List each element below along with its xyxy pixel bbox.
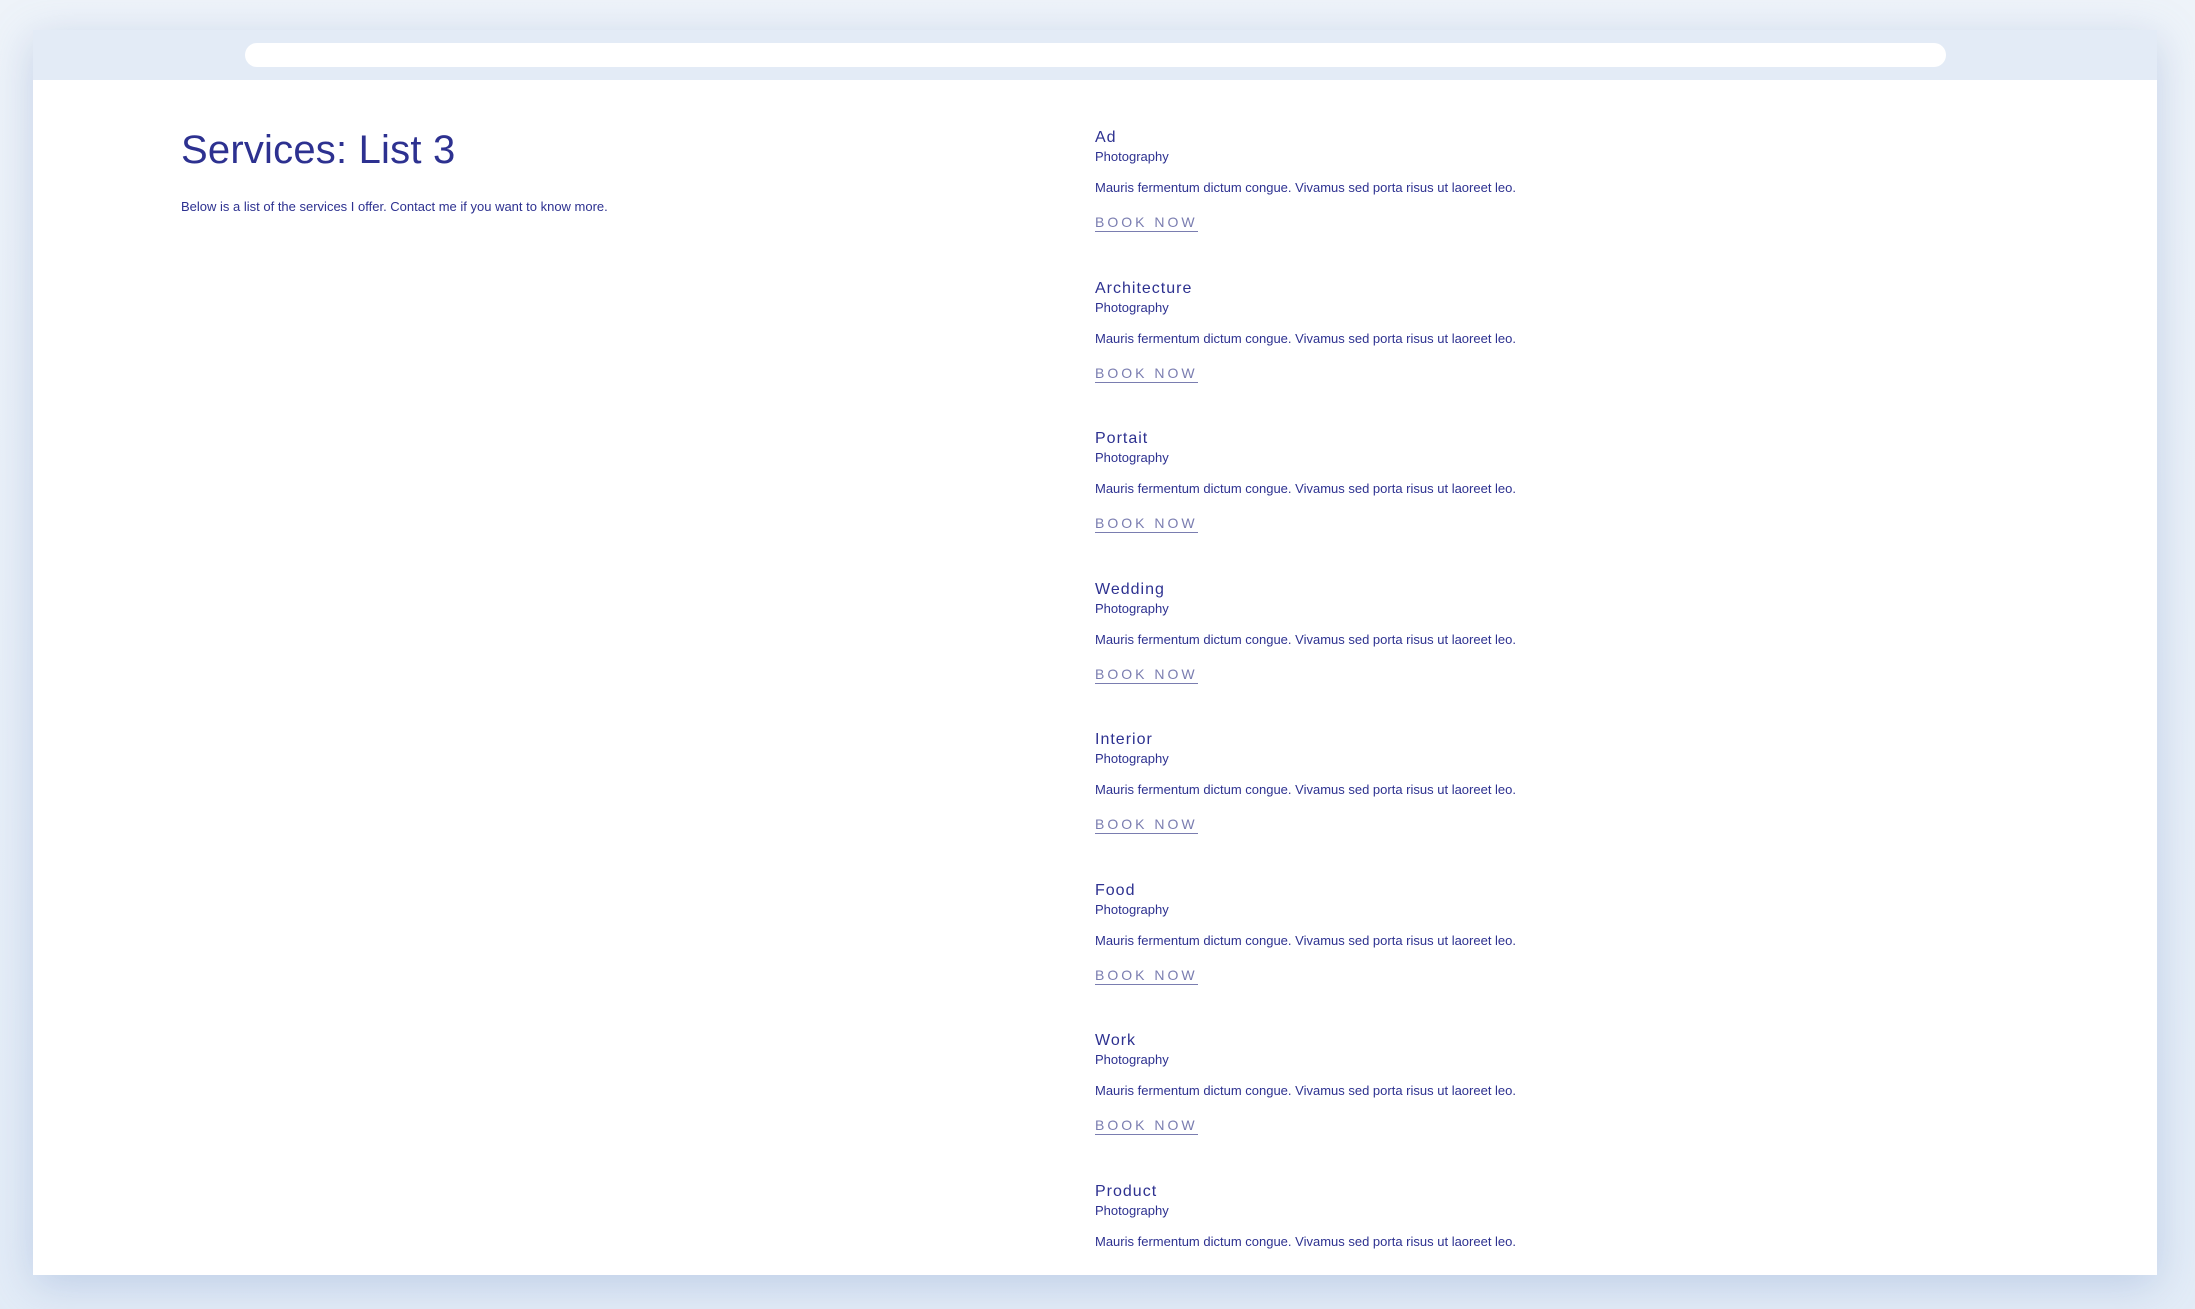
service-item: Ad Photography Mauris fermentum dictum c… xyxy=(1095,128,1895,279)
service-category: Photography xyxy=(1095,450,1169,465)
service-name: Ad xyxy=(1095,129,1117,146)
service-category: Photography xyxy=(1095,299,1169,315)
browser-toolbar xyxy=(33,30,2157,80)
book-now-link[interactable]: BOOK NOW xyxy=(1095,214,1198,232)
service-item: Product Photography Mauris fermentum dic… xyxy=(1095,1182,1895,1276)
book-now-link[interactable]: BOOK NOW xyxy=(1095,816,1198,834)
service-item: Portait Photography Mauris fermentum dic… xyxy=(1095,429,1895,580)
service-name: Wedding xyxy=(1095,580,1165,598)
service-category: Photography xyxy=(1095,1202,1169,1218)
address-bar[interactable] xyxy=(245,43,1946,67)
book-now-link[interactable]: BOOK NOW xyxy=(1095,365,1198,383)
intro-text: Below is a list of the services I offer.… xyxy=(181,199,608,214)
book-now-link[interactable]: BOOK NOW xyxy=(1095,515,1198,533)
service-category: Photography xyxy=(1095,751,1169,766)
service-description: Mauris fermentum dictum congue. Vivamus … xyxy=(1095,1233,1517,1249)
service-description: Mauris fermentum dictum congue. Vivamus … xyxy=(1095,782,1517,797)
book-now-link[interactable]: BOOK NOW xyxy=(1095,666,1198,684)
service-item: Work Photography Mauris fermentum dictum… xyxy=(1095,1031,1895,1182)
service-description: Mauris fermentum dictum congue. Vivamus … xyxy=(1095,1083,1517,1098)
book-now-link[interactable]: BOOK NOW xyxy=(1095,1117,1198,1135)
service-category: Photography xyxy=(1095,1052,1169,1067)
service-description: Mauris fermentum dictum congue. Vivamus … xyxy=(1095,180,1517,195)
service-category: Photography xyxy=(1095,600,1169,616)
service-item: Interior Photography Mauris fermentum di… xyxy=(1095,730,1895,881)
service-category: Photography xyxy=(1095,901,1169,917)
service-item: Food Photography Mauris fermentum dictum… xyxy=(1095,881,1895,1032)
book-now-link[interactable]: BOOK NOW xyxy=(1095,967,1198,985)
services-list: Ad Photography Mauris fermentum dictum c… xyxy=(1095,128,1895,1275)
browser-window: Services: List 3 Below is a list of the … xyxy=(33,30,2157,1275)
service-name: Architecture xyxy=(1095,279,1193,297)
service-description: Mauris fermentum dictum congue. Vivamus … xyxy=(1095,330,1517,346)
service-name: Work xyxy=(1095,1032,1137,1049)
service-name: Product xyxy=(1095,1182,1158,1200)
service-name: Food xyxy=(1095,881,1136,899)
service-description: Mauris fermentum dictum congue. Vivamus … xyxy=(1095,631,1517,647)
page-title: Services: List 3 xyxy=(181,128,456,172)
service-name: Interior xyxy=(1095,731,1153,748)
service-description: Mauris fermentum dictum congue. Vivamus … xyxy=(1095,481,1517,496)
service-description: Mauris fermentum dictum congue. Vivamus … xyxy=(1095,932,1517,948)
service-item: Wedding Photography Mauris fermentum dic… xyxy=(1095,580,1895,731)
intro-section: Services: List 3 Below is a list of the … xyxy=(181,128,981,214)
service-category: Photography xyxy=(1095,149,1169,164)
service-item: Architecture Photography Mauris fermentu… xyxy=(1095,279,1895,430)
service-name: Portait xyxy=(1095,430,1149,447)
